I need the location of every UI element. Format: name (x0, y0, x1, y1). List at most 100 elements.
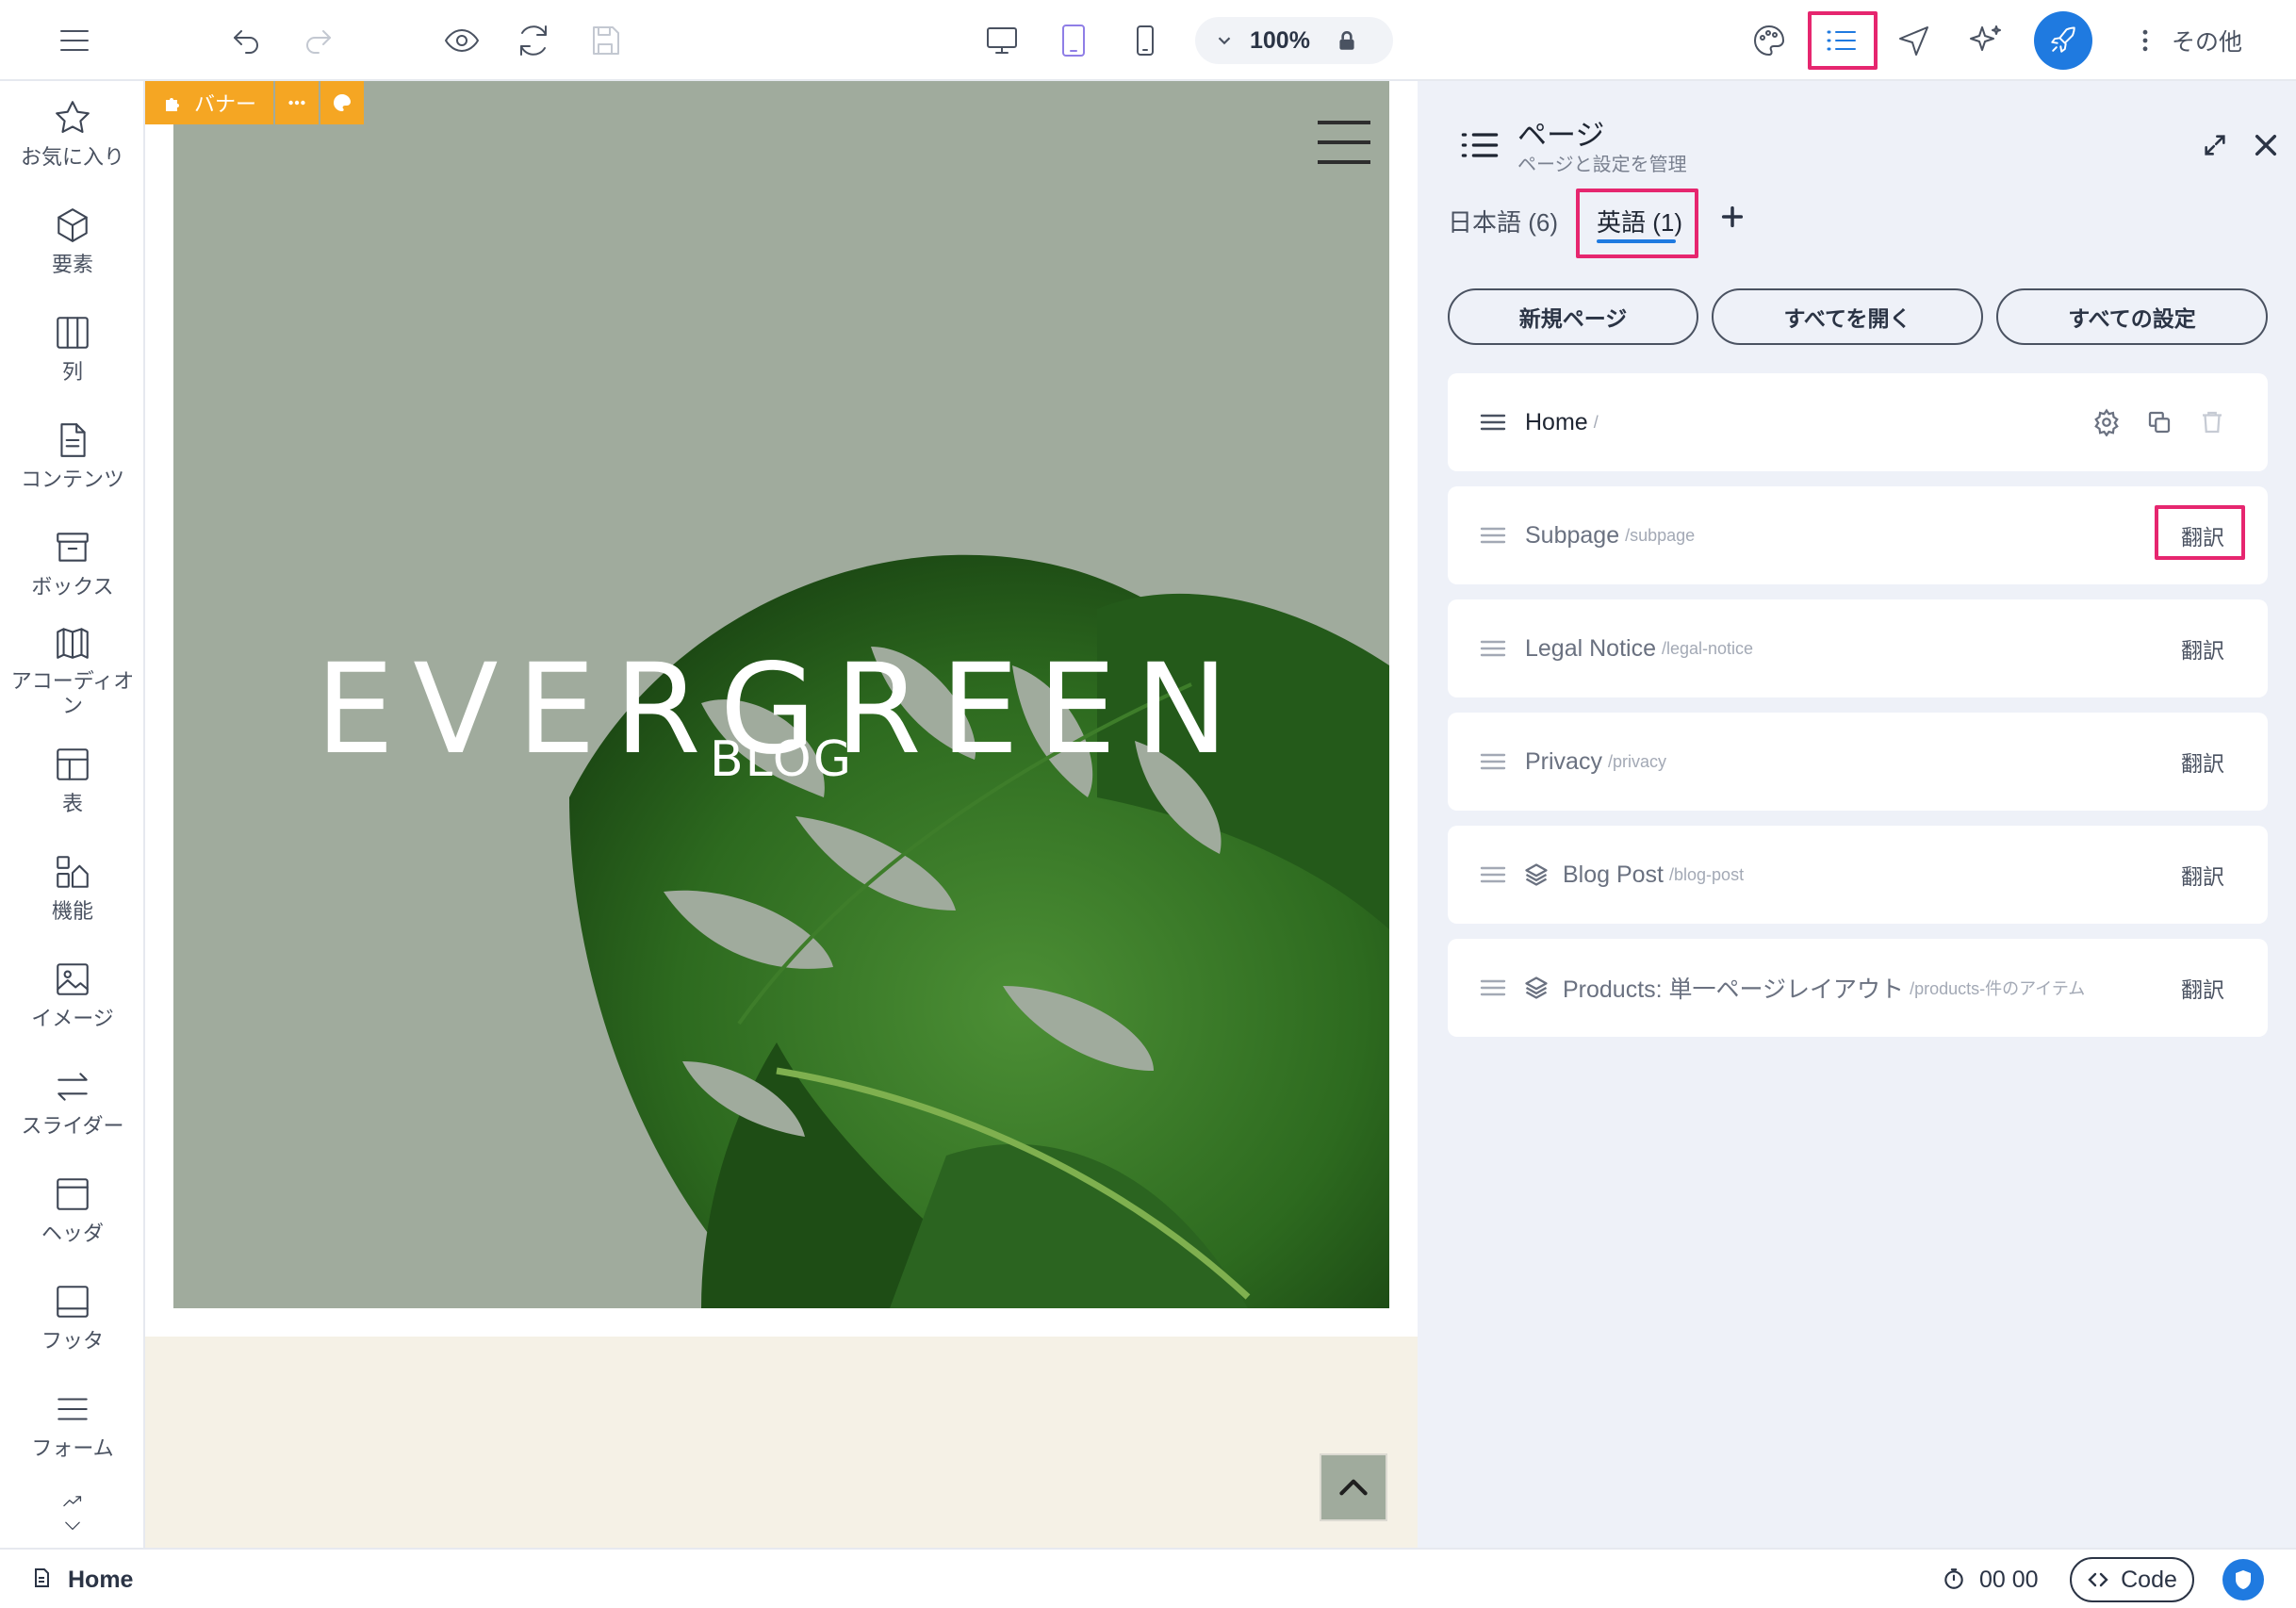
undo-icon[interactable] (217, 11, 275, 70)
translate-highlight (2155, 505, 2245, 560)
document-icon (35, 1568, 49, 1587)
table-icon (57, 748, 89, 780)
translate-button[interactable]: 翻訳 (2181, 632, 2224, 665)
element-tag[interactable]: バナー (145, 81, 273, 124)
redo-icon[interactable] (289, 11, 348, 70)
page-row-legal-notice[interactable]: Legal Notice /legal-notice 翻訳 (1448, 599, 2268, 697)
sidebar-item-more[interactable] (0, 1491, 145, 1538)
star-icon (56, 101, 90, 133)
open-all-button[interactable]: すべてを開く (1712, 288, 1983, 345)
page-slug: /products-件のアイテム (1910, 979, 2086, 998)
archive-box-icon (57, 533, 89, 562)
settings-gear-icon[interactable] (2092, 408, 2121, 436)
sidebar-item-label: 機能 (51, 899, 93, 923)
drag-handle-icon[interactable] (1480, 413, 1506, 432)
page-row-privacy[interactable]: Privacy /privacy 翻訳 (1448, 713, 2268, 811)
next-section[interactable] (145, 1337, 1418, 1548)
page-slug: /legal-notice (1661, 638, 1754, 658)
page-row-blog-post[interactable]: Blog Post /blog-post 翻訳 (1448, 826, 2268, 924)
element-options-button[interactable] (275, 81, 319, 124)
trend-chart-icon (63, 1496, 82, 1507)
sidebar-item-label: フォーム (31, 1436, 114, 1460)
ai-sparkle-icon[interactable] (1957, 11, 2015, 70)
page-row-products[interactable]: Products: 単一ページレイアウト /products-件のアイテム 翻訳 (1448, 939, 2268, 1037)
navigation-arrow-icon[interactable] (1885, 11, 1943, 70)
sidebar-item-accordion[interactable]: アコーディオン (0, 622, 145, 718)
element-tag-bar: バナー (145, 81, 366, 124)
sidebar-item-header[interactable]: ヘッダ (0, 1174, 145, 1246)
scroll-to-top-button[interactable] (1320, 1453, 1387, 1521)
security-shield-button[interactable] (2222, 1559, 2264, 1600)
page-row-subpage[interactable]: Subpage /subpage 翻訳 (1448, 486, 2268, 584)
palette-icon[interactable] (1740, 11, 1798, 70)
new-page-button[interactable]: 新規ページ (1448, 288, 1698, 345)
duplicate-icon[interactable] (2145, 408, 2173, 436)
trash-icon[interactable] (2198, 408, 2226, 436)
page-row-home[interactable]: Home / (1448, 373, 2268, 471)
hamburger-menu-icon[interactable] (1318, 121, 1370, 164)
add-language-icon[interactable] (1719, 204, 1746, 230)
close-icon[interactable] (2251, 130, 2281, 160)
lock-icon[interactable] (1335, 28, 1359, 53)
element-style-button[interactable] (320, 81, 364, 124)
drag-handle-icon[interactable] (1480, 752, 1506, 771)
menu-icon[interactable] (45, 11, 104, 70)
current-page-label[interactable]: Home (68, 1567, 133, 1594)
publish-rocket-button[interactable] (2034, 11, 2092, 70)
sidebar-item-boxes[interactable]: ボックス (0, 528, 145, 599)
sidebar-item-elements[interactable]: 要素 (0, 205, 145, 277)
chevron-down-icon (65, 1521, 80, 1530)
layers-icon (1525, 976, 1548, 999)
desktop-view-icon[interactable] (973, 11, 1031, 70)
sidebar-item-label: フッタ (41, 1329, 104, 1353)
drag-handle-icon[interactable] (1480, 978, 1506, 997)
document-icon (60, 423, 86, 457)
puzzle-icon (165, 98, 179, 111)
cube-icon (57, 208, 88, 242)
sidebar-item-label: 要素 (51, 253, 93, 276)
code-label: Code (2121, 1566, 2177, 1593)
refresh-icon[interactable] (504, 11, 563, 70)
timer-value: 00 00 (1979, 1567, 2039, 1593)
sidebar-item-slider[interactable]: スライダー (0, 1067, 145, 1139)
tablet-view-icon[interactable] (1044, 11, 1103, 70)
sidebar-item-columns[interactable]: 列 (0, 313, 145, 385)
zoom-control[interactable]: 100% (1195, 17, 1393, 64)
more-menu[interactable]: その他 (2138, 11, 2242, 70)
chevron-up-icon (1339, 1479, 1368, 1496)
translate-button[interactable]: 翻訳 (2181, 972, 2224, 1004)
translate-button[interactable]: 翻訳 (2181, 746, 2224, 778)
zoom-value: 100% (1250, 26, 1310, 54)
preview-eye-icon[interactable] (433, 11, 491, 70)
tab-japanese[interactable]: 日本語 (6) (1448, 204, 1558, 238)
sidebar-item-label: ヘッダ (41, 1222, 104, 1245)
expand-icon[interactable] (2202, 132, 2228, 158)
sidebar-item-label: イメージ (31, 1007, 114, 1030)
page-slug: /subpage (1625, 525, 1696, 545)
palette-icon (334, 94, 351, 111)
sidebar-item-table[interactable]: 表 (0, 745, 145, 816)
elements-sidebar: お気に入り 要素 列 コンテンツ ボックス アコーディオン 表 機能 イメージ … (0, 81, 145, 1548)
sidebar-item-favorites[interactable]: お気に入り (0, 98, 145, 170)
sidebar-item-features[interactable]: 機能 (0, 852, 145, 924)
translate-button[interactable]: 翻訳 (2181, 859, 2224, 891)
sidebar-item-image[interactable]: イメージ (0, 960, 145, 1031)
chevron-down-icon (1218, 37, 1231, 45)
status-bar: Home 00 00 Code (0, 1548, 2296, 1608)
drag-handle-icon[interactable] (1480, 865, 1506, 884)
more-label: その他 (2172, 29, 2243, 56)
sidebar-item-contents[interactable]: コンテンツ (0, 420, 145, 492)
mobile-view-icon[interactable] (1116, 11, 1174, 70)
all-settings-button[interactable]: すべての設定 (1996, 288, 2268, 345)
drag-handle-icon[interactable] (1480, 639, 1506, 658)
save-icon[interactable] (576, 11, 634, 70)
header-icon (57, 1178, 89, 1210)
banner-section[interactable]: EVERGREEN BLOG (173, 81, 1389, 1308)
drag-handle-icon[interactable] (1480, 526, 1506, 545)
sidebar-item-form[interactable]: フォーム (0, 1389, 145, 1461)
pages-panel: ページ ページと設定を管理 日本語 (6) 英語 (1) 新規ページ すべてを開… (1418, 81, 2296, 1548)
sidebar-item-footer[interactable]: フッタ (0, 1282, 145, 1354)
code-button[interactable]: Code (2070, 1557, 2194, 1602)
layers-icon (1525, 863, 1548, 886)
columns-icon (57, 317, 89, 349)
